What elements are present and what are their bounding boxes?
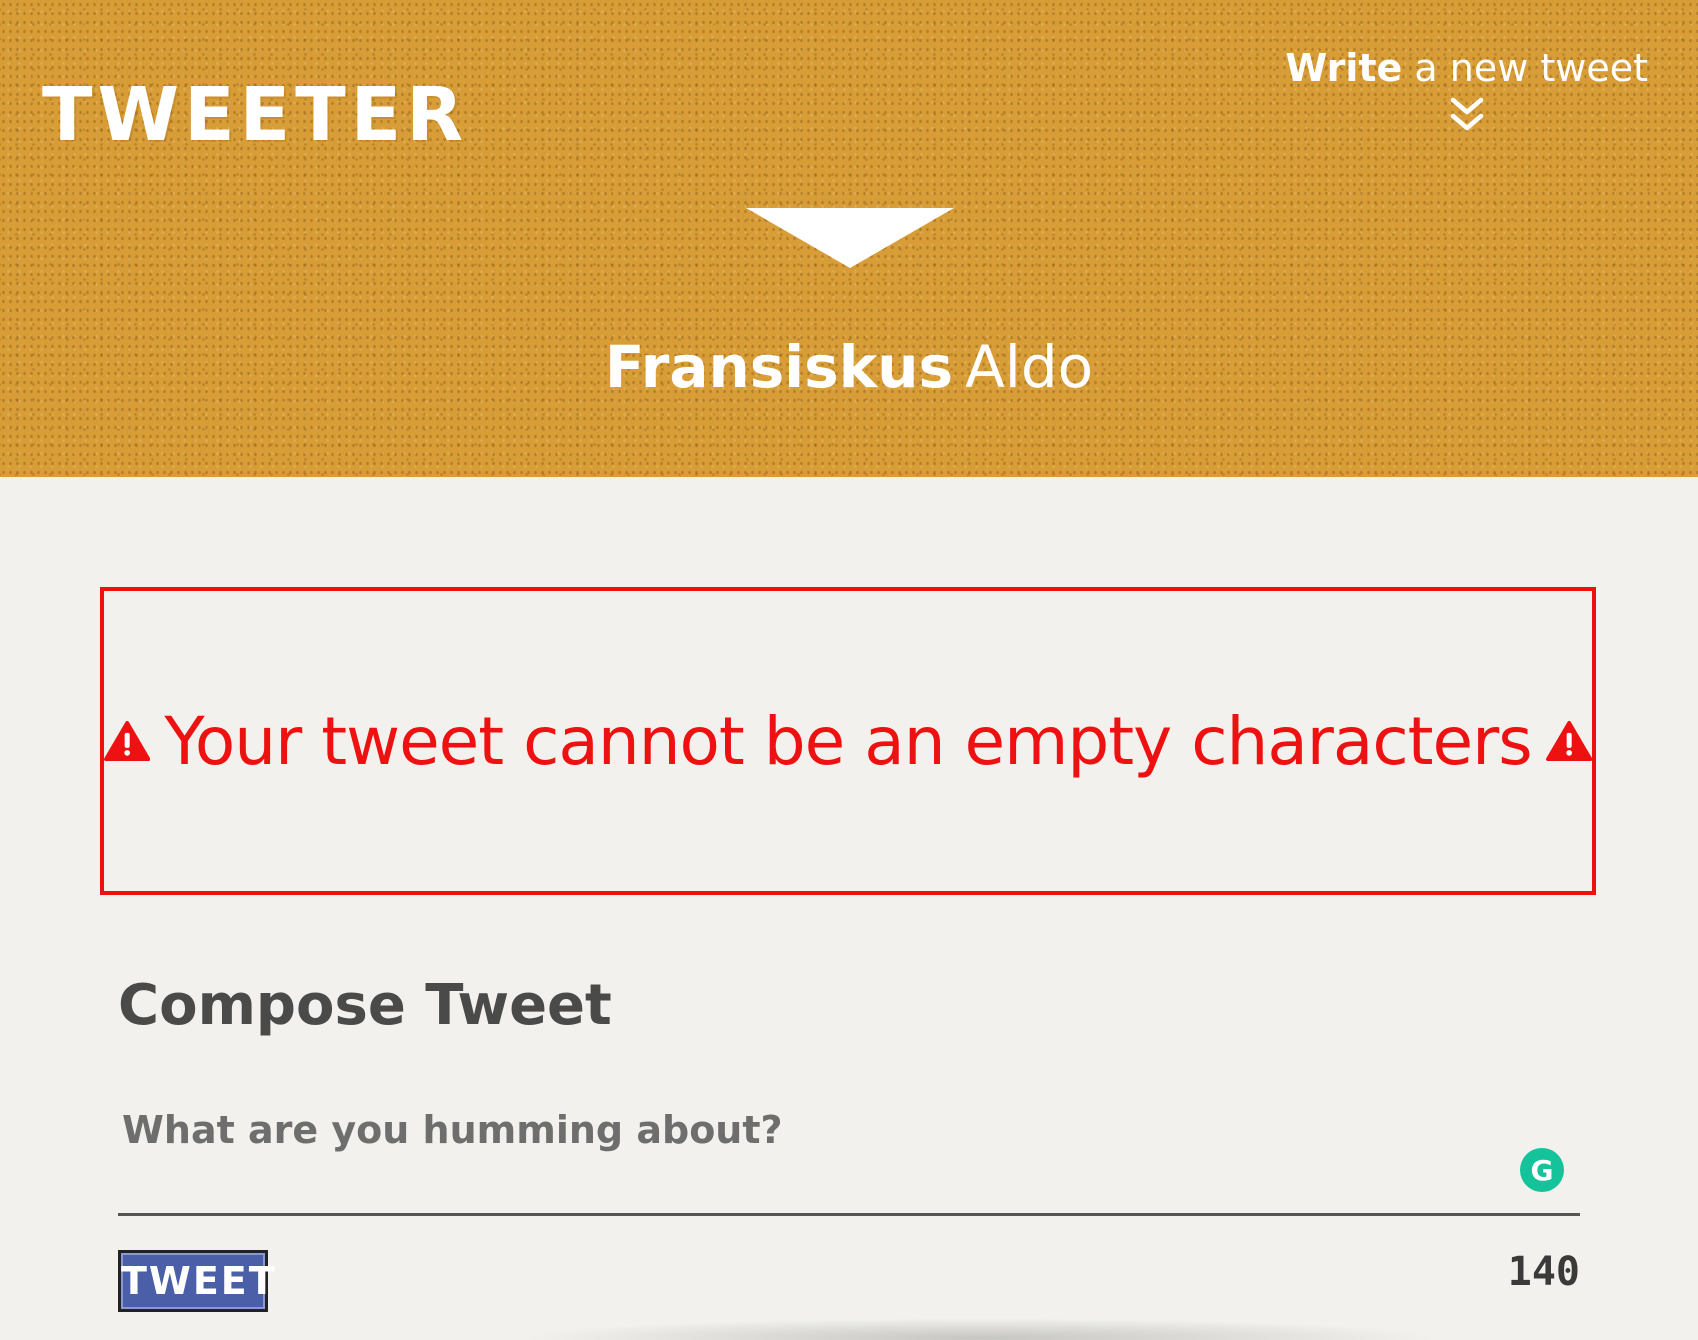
write-link-bold: Write: [1285, 46, 1403, 90]
error-message-text: Your tweet cannot be an empty characters: [164, 702, 1532, 780]
tweet-input[interactable]: [118, 1100, 1580, 1216]
triangle-down-icon: [746, 208, 954, 268]
user-name: Fransiskus Aldo: [0, 338, 1698, 396]
header: TWEETER Write a new tweet Fransiskus Aldo: [0, 0, 1698, 477]
compose-title: Compose Tweet: [118, 973, 612, 1038]
user-last-name: Aldo: [965, 333, 1094, 401]
user-first-name: Fransiskus: [604, 333, 954, 401]
double-chevron-down-icon: [1450, 97, 1483, 131]
write-new-tweet-link[interactable]: Write a new tweet: [1285, 46, 1648, 136]
page: TWEETER Write a new tweet Fransiskus Aldo…: [0, 0, 1698, 1340]
error-message-box: Your tweet cannot be an empty characters: [100, 587, 1596, 895]
warning-icon: [1545, 720, 1592, 762]
logo[interactable]: TWEETER: [42, 78, 468, 152]
tweet-button[interactable]: TWEET: [118, 1250, 275, 1312]
grammarly-icon[interactable]: G: [1520, 1148, 1564, 1192]
bottom-shadow: [520, 1318, 1440, 1340]
write-link-rest: a new tweet: [1414, 46, 1648, 90]
character-counter: 140: [1507, 1249, 1580, 1295]
warning-icon: [104, 720, 151, 762]
